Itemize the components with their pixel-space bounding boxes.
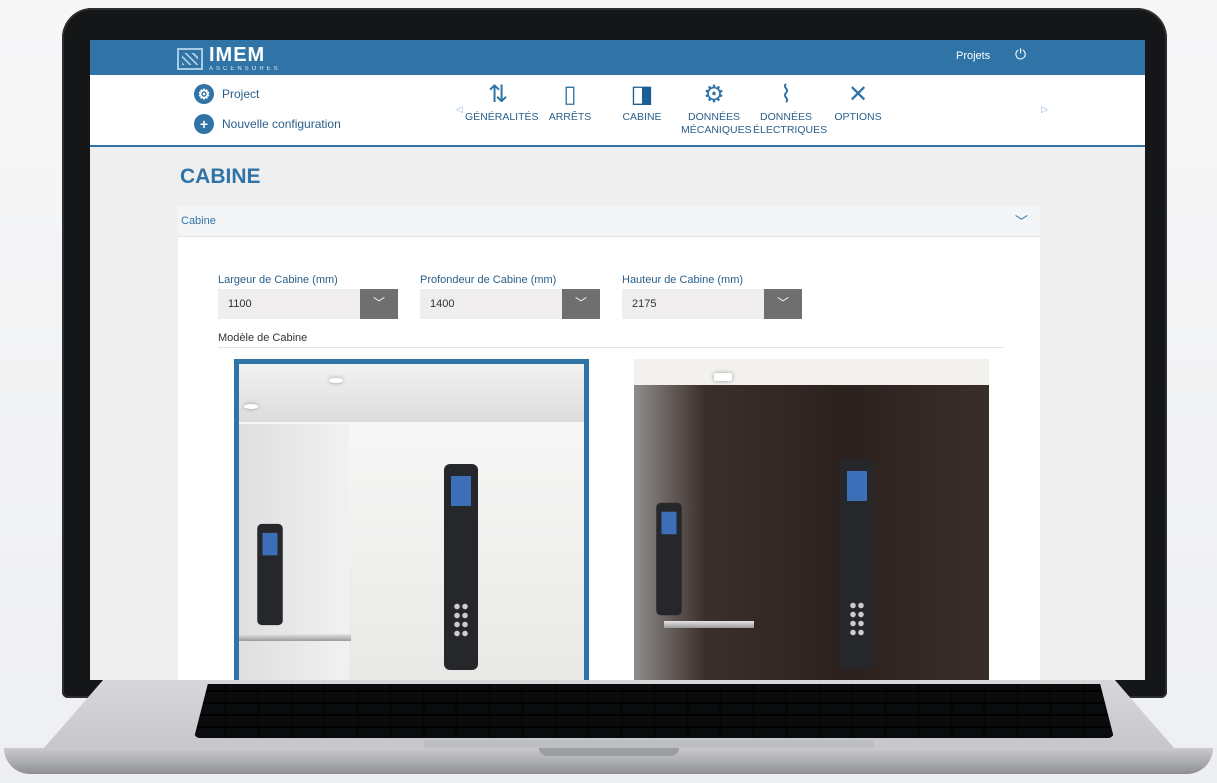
- projects-link[interactable]: Projets: [956, 50, 990, 62]
- tab-donnees-electriques-label-1: DONNÉES: [760, 111, 812, 123]
- brand-logo[interactable]: IMEM ASCENSORES: [177, 45, 281, 72]
- width-select[interactable]: 1100 ﹀: [218, 289, 398, 319]
- chevron-down-icon[interactable]: ﹀: [360, 289, 398, 319]
- tab-donnees-electriques-label-2: ÉLECTRIQUES: [753, 124, 828, 136]
- panel-reflection: [656, 502, 682, 616]
- model-label: Modèle de Cabine: [218, 332, 308, 344]
- panel-header[interactable]: Cabine ﹀: [178, 206, 1040, 237]
- top-bar: IMEM ASCENSORES Projets ⏻: [90, 40, 1145, 75]
- button-array: [849, 601, 865, 637]
- display: [661, 511, 677, 535]
- gear-icon: ⚙: [194, 84, 214, 104]
- depth-label: Profondeur de Cabine (mm): [420, 274, 557, 286]
- width-value: 1100: [228, 298, 252, 310]
- tab-generalites-label: GÉNÉRALITÉS: [465, 111, 539, 123]
- trackpad: [424, 740, 874, 748]
- new-configuration-label: Nouvelle configuration: [222, 117, 341, 131]
- tab-donnees-mecaniques-label-1: DONNÉES: [688, 111, 740, 123]
- depth-select[interactable]: 1400 ﹀: [420, 289, 600, 319]
- ceiling: [634, 359, 989, 385]
- ceiling-light: [714, 373, 732, 381]
- display: [451, 476, 471, 506]
- handrail: [664, 621, 754, 628]
- height-label: Hauteur de Cabine (mm): [622, 274, 744, 286]
- ceiling: [239, 364, 584, 422]
- cabin-model-dark[interactable]: [634, 359, 989, 680]
- page-title: CABINE: [180, 165, 261, 188]
- laptop-deck: [44, 670, 1174, 748]
- laptop-base: [4, 670, 1213, 778]
- keyboard: [194, 684, 1114, 738]
- project-link[interactable]: ⚙ Project: [194, 84, 259, 104]
- app-screen: IMEM ASCENSORES Projets ⏻ ⚙ Project + No…: [90, 40, 1145, 680]
- ceiling-light: [244, 404, 258, 409]
- logo-text: IMEM ASCENSORES: [209, 45, 281, 72]
- gears-icon: ⚙: [703, 80, 725, 108]
- button-array: [453, 602, 469, 638]
- divider: [218, 347, 1004, 348]
- tab-cabine[interactable]: ◨ CABINE: [609, 77, 675, 137]
- handrail: [239, 634, 351, 641]
- depth-field: Profondeur de Cabine (mm) 1400 ﹀: [420, 274, 600, 319]
- door-icon: ▯: [563, 80, 577, 108]
- nav-bar: ⚙ Project + Nouvelle configuration ◁ ⇅ G…: [90, 75, 1145, 147]
- logo-mark-icon: [177, 47, 203, 70]
- tab-arrets[interactable]: ▯ ARRÊTS: [537, 77, 603, 137]
- tab-donnees-mecaniques[interactable]: ⚙ DONNÉES MÉCANIQUES: [681, 77, 752, 137]
- tab-generalites[interactable]: ⇅ GÉNÉRALITÉS: [465, 77, 539, 137]
- panel-reflection: [257, 523, 283, 626]
- width-label: Largeur de Cabine (mm): [218, 274, 338, 286]
- brand-name: IMEM: [209, 44, 266, 66]
- plus-gear-icon: +: [194, 114, 214, 134]
- panel-title: Cabine: [181, 215, 216, 227]
- tab-options[interactable]: ✕ OPTIONS: [825, 77, 891, 137]
- display: [847, 471, 867, 501]
- width-field: Largeur de Cabine (mm) 1100 ﹀: [218, 274, 398, 319]
- tab-arrets-label: ARRÊTS: [548, 111, 592, 123]
- ceiling-light: [329, 378, 343, 383]
- display: [262, 532, 278, 556]
- control-panel: [840, 459, 874, 669]
- chevron-down-icon[interactable]: ﹀: [1015, 211, 1028, 230]
- tab-donnees-mecaniques-label-2: MÉCANIQUES: [681, 124, 752, 136]
- new-configuration-link[interactable]: + Nouvelle configuration: [194, 114, 341, 134]
- depth-value: 1400: [430, 298, 455, 310]
- project-link-label: Project: [222, 87, 260, 101]
- cabin-model-white[interactable]: [234, 359, 589, 680]
- height-field: Hauteur de Cabine (mm) 2175 ﹀: [622, 274, 802, 319]
- chevron-down-icon[interactable]: ﹀: [562, 289, 600, 319]
- mirror-wall: [239, 424, 349, 680]
- tools-icon: ✕: [847, 80, 869, 108]
- height-select[interactable]: 2175 ﹀: [622, 289, 802, 319]
- brand-subtitle: ASCENSORES: [209, 66, 281, 72]
- steps-prev-arrow-icon[interactable]: ◁: [456, 104, 463, 115]
- cabine-panel: Cabine ﹀ Largeur de Cabine (mm) 1100 ﹀ P…: [178, 206, 1040, 680]
- height-value: 2175: [632, 298, 657, 310]
- power-icon[interactable]: ⏻: [1015, 47, 1029, 61]
- laptop-notch: [539, 748, 679, 756]
- chevron-down-icon[interactable]: ﹀: [764, 289, 802, 319]
- tab-cabine-label: CABINE: [622, 111, 662, 123]
- steps-next-arrow-icon[interactable]: ▷: [1041, 104, 1048, 115]
- elevator-arrows-icon: ⇅: [487, 80, 509, 108]
- cable-icon: ⌇: [780, 80, 792, 108]
- cabin-icon: ◨: [630, 80, 654, 108]
- step-tabs: ⇅ GÉNÉRALITÉS ▯ ARRÊTS ◨ CABINE ⚙ DONNÉE…: [465, 77, 897, 137]
- tab-donnees-electriques[interactable]: ⌇ DONNÉES ÉLECTRIQUES: [753, 77, 828, 137]
- tab-options-label: OPTIONS: [834, 111, 882, 123]
- control-panel: [444, 464, 478, 670]
